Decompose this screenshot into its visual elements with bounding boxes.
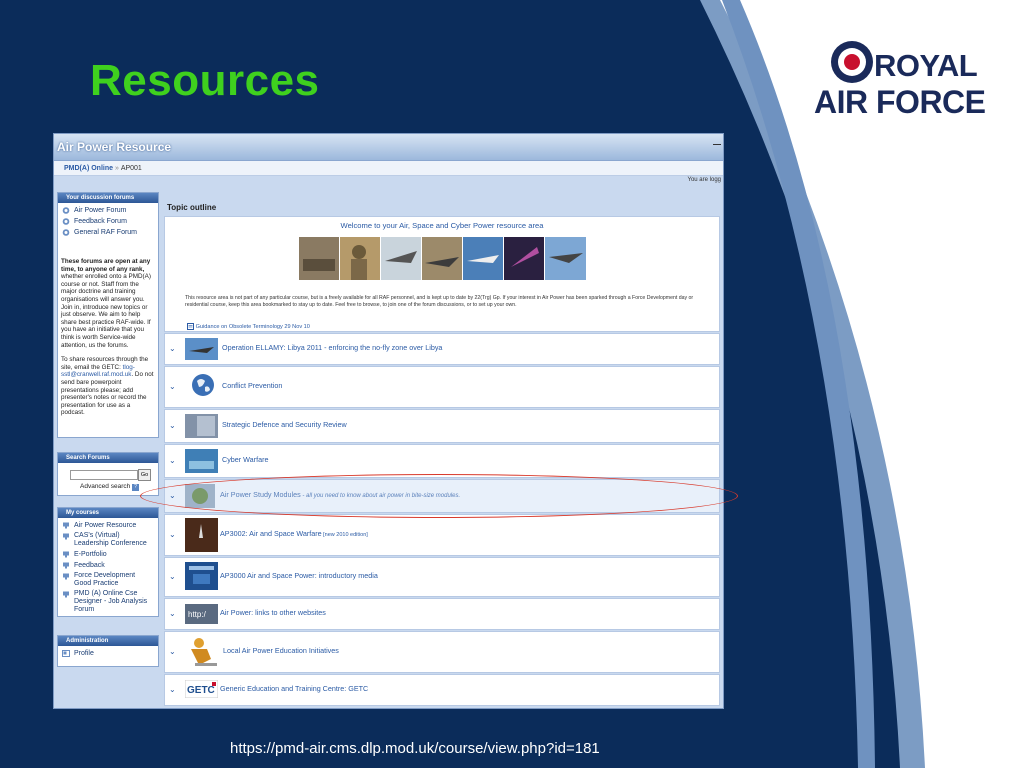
section-links: ⌄ http:/ Air Power: links to other websi… xyxy=(164,598,720,630)
raf-roundel-icon xyxy=(831,41,873,83)
forum-link-air-power[interactable]: Air Power Forum xyxy=(58,205,158,216)
forums-block-header: Your discussion forums xyxy=(58,193,158,203)
admin-link-profile[interactable]: Profile xyxy=(58,648,158,659)
site-title[interactable]: Air Power Resource xyxy=(57,140,171,154)
chevron-down-icon[interactable]: ⌄ xyxy=(169,344,176,353)
help-icon[interactable]: ? xyxy=(132,484,140,491)
raf-logo: ROYAL AIR FORCE xyxy=(812,36,988,120)
welcome-title: Welcome to your Air, Space and Cyber Pow… xyxy=(340,221,544,230)
chevron-down-icon[interactable]: ⌄ xyxy=(169,609,176,618)
advanced-search-link[interactable]: Advanced search ? xyxy=(80,483,140,491)
forums-share-info: To share resources through the site, ema… xyxy=(61,356,154,417)
course-link[interactable]: Force Development Good Practice xyxy=(58,571,158,589)
section-link[interactable]: AP3002: Air and Space Warfare [new 2010 … xyxy=(220,529,368,538)
courses-block-header: My courses xyxy=(58,508,158,518)
course-link[interactable]: PMD (A) Online Cse Designer - Job Analys… xyxy=(58,589,158,615)
section-link[interactable]: Operation ELLAMY: Libya 2011 - enforcing… xyxy=(222,343,442,352)
breadcrumb: PMD(A) Online » AP001 xyxy=(64,165,142,172)
welcome-description: This resource area is not part of any pa… xyxy=(185,295,694,308)
forum-icon xyxy=(62,229,70,236)
search-input[interactable] xyxy=(70,470,138,480)
source-url: https://pmd-air.cms.dlp.mod.uk/course/vi… xyxy=(230,740,600,757)
login-info: You are logg xyxy=(687,177,721,183)
chevron-down-icon[interactable]: ⌄ xyxy=(169,647,176,656)
chevron-down-icon[interactable]: ⌄ xyxy=(169,572,176,581)
course-link[interactable]: Feedback xyxy=(58,560,158,571)
section-getc: ⌄ GETC Generic Education and Training Ce… xyxy=(164,674,720,706)
course-link[interactable]: CAS's (Virtual) Leadership Conference xyxy=(58,531,158,549)
course-icon xyxy=(63,522,69,529)
jet-thumbnail-icon xyxy=(185,338,218,360)
section-link[interactable]: Generic Education and Training Centre: G… xyxy=(220,684,368,693)
navbar: PMD(A) Online » AP001 xyxy=(54,161,723,176)
logo-text-air-force: AIR FORCE xyxy=(814,84,986,120)
web-link-thumbnail-icon: http:/ xyxy=(185,604,218,624)
course-icon xyxy=(63,562,69,569)
course-icon xyxy=(63,591,69,598)
breadcrumb-home[interactable]: PMD(A) Online xyxy=(64,165,113,172)
chevron-down-icon[interactable]: ⌄ xyxy=(169,456,176,465)
logo-text-royal: ROYAL xyxy=(874,48,978,83)
education-figure-icon xyxy=(191,638,217,666)
svg-text:GETC: GETC xyxy=(187,685,215,696)
svg-text:http:/: http:/ xyxy=(188,610,207,619)
my-courses-block: My courses Air Power Resource CAS's (Vir… xyxy=(57,507,159,617)
course-link[interactable]: E-Portfolio xyxy=(58,549,158,560)
forum-link-general-raf[interactable]: General RAF Forum xyxy=(58,227,158,238)
globe-icon xyxy=(192,374,214,396)
course-link[interactable]: Air Power Resource xyxy=(58,520,158,531)
breadcrumb-current: AP001 xyxy=(120,165,142,172)
administration-block: Administration Profile xyxy=(57,635,159,667)
topic-outline-heading: Topic outline xyxy=(167,203,217,212)
section-link[interactable]: Strategic Defence and Security Review xyxy=(222,420,347,429)
air-power-image-strip xyxy=(299,237,586,280)
chevron-down-icon[interactable]: ⌄ xyxy=(169,382,176,391)
chevron-down-icon[interactable]: ⌄ xyxy=(169,530,176,539)
slide-title: Resources xyxy=(90,56,320,105)
course-icon xyxy=(63,551,69,558)
section-link[interactable]: Local Air Power Education Initiatives xyxy=(223,646,339,655)
section-local-initiatives: ⌄ Local Air Power Education Initiatives xyxy=(164,631,720,673)
document-icon xyxy=(187,323,194,330)
header-arrow-icon xyxy=(713,144,721,145)
getc-logo-icon: GETC xyxy=(185,680,218,698)
section-link[interactable]: Air Power: links to other websites xyxy=(220,608,326,617)
highlight-oval xyxy=(140,474,738,518)
section-ap3002: ⌄ AP3002: Air and Space Warfare [new 201… xyxy=(164,514,720,556)
section-sdsr: ⌄ Strategic Defence and Security Review xyxy=(164,409,720,443)
section-link[interactable]: Conflict Prevention xyxy=(222,381,282,390)
book-cover-icon xyxy=(185,518,218,552)
section-operation-ellamy: ⌄ Operation ELLAMY: Libya 2011 - enforci… xyxy=(164,333,720,365)
moodle-screenshot: Air Power Resource PMD(A) Online » AP001… xyxy=(53,133,724,709)
course-icon xyxy=(63,573,69,580)
guidance-link[interactable]: Guidance on Obsolete Terminology 29 Nov … xyxy=(187,323,310,330)
chevron-down-icon[interactable]: ⌄ xyxy=(169,685,176,694)
search-go-button[interactable]: Go xyxy=(138,469,151,481)
admin-block-header: Administration xyxy=(58,636,158,646)
site-header: Air Power Resource xyxy=(54,134,723,161)
section-conflict-prevention: ⌄ Conflict Prevention xyxy=(164,366,720,408)
breadcrumb-separator: » xyxy=(114,165,119,172)
section-link[interactable]: Cyber Warfare xyxy=(222,455,268,464)
forum-icon xyxy=(62,207,70,214)
course-icon xyxy=(63,533,69,540)
media-thumbnail-icon xyxy=(185,562,218,590)
forum-link-feedback[interactable]: Feedback Forum xyxy=(58,216,158,227)
forums-intro: These forums are open at any time, to an… xyxy=(61,258,151,349)
profile-icon xyxy=(62,650,70,657)
chevron-down-icon[interactable]: ⌄ xyxy=(169,421,176,430)
forums-block: Your discussion forums Air Power Forum F… xyxy=(57,192,159,438)
search-forums-block: Search Forums Go Advanced search ? xyxy=(57,452,159,496)
section-cyber-warfare: ⌄ Cyber Warfare xyxy=(164,444,720,478)
document-thumbnail-icon xyxy=(185,414,218,438)
forum-icon xyxy=(62,218,70,225)
search-block-header: Search Forums xyxy=(58,453,158,463)
section-link[interactable]: AP3000 Air and Space Power: introductory… xyxy=(220,571,378,580)
cyber-thumbnail-icon xyxy=(185,449,218,473)
section-ap3000: ⌄ AP3000 Air and Space Power: introducto… xyxy=(164,557,720,597)
welcome-section: Welcome to your Air, Space and Cyber Pow… xyxy=(164,216,720,332)
